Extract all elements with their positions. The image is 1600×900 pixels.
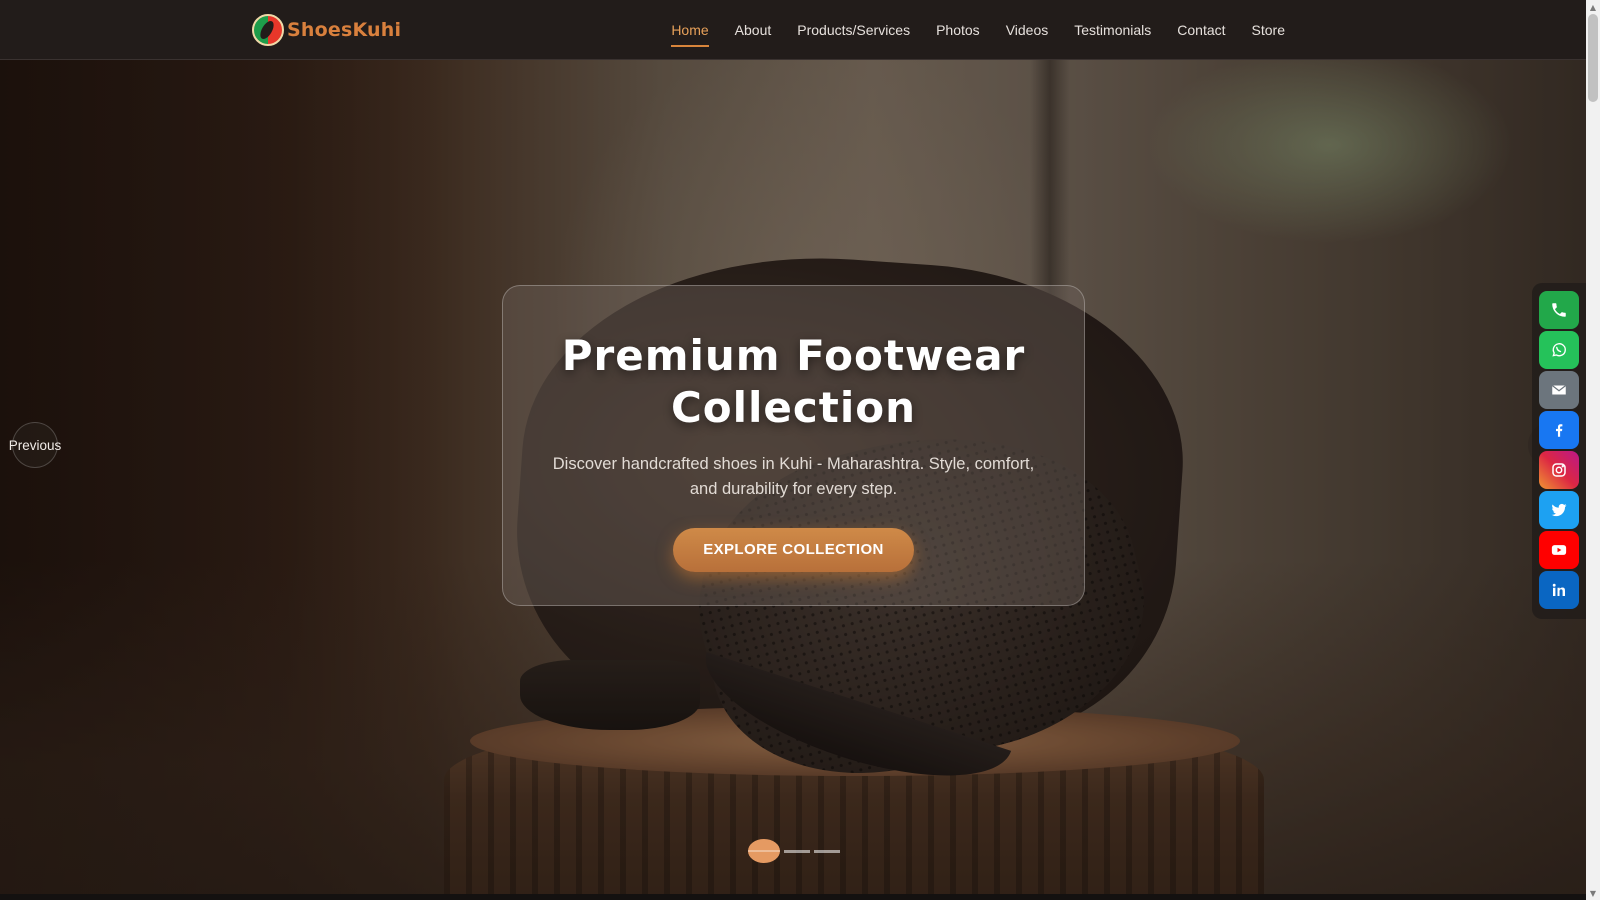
brand-logo-link[interactable]: ShoesKuhi (252, 13, 401, 47)
youtube-button[interactable] (1539, 531, 1579, 569)
facebook-icon (1556, 424, 1563, 437)
brand-name: ShoesKuhi (287, 19, 402, 41)
page-scrollbar[interactable]: ▲ ▼ (1586, 0, 1600, 900)
email-icon (1551, 385, 1567, 395)
linkedin-button[interactable] (1539, 571, 1579, 609)
navbar: ShoesKuhi Home About Products/Services P… (0, 0, 1586, 60)
linkedin-icon (1552, 583, 1565, 596)
nav-item-products-services[interactable]: Products/Services (784, 0, 923, 60)
phone-button[interactable] (1539, 291, 1579, 329)
email-button[interactable] (1539, 371, 1579, 409)
carousel-indicator-3[interactable] (814, 849, 840, 853)
hero-title: Premium Footwear Collection (561, 331, 1026, 432)
instagram-icon (1552, 463, 1566, 477)
carousel-previous-button[interactable]: Previous (9, 422, 61, 468)
scroll-up-arrow-icon[interactable]: ▲ (1586, 0, 1600, 14)
hero-subtitle: Discover handcrafted shoes in Kuhi - Mah… (552, 455, 1035, 498)
instagram-button[interactable] (1539, 451, 1579, 489)
social-links-rail (1532, 283, 1586, 619)
nav-item-testimonials[interactable]: Testimonials (1061, 0, 1164, 60)
brand-logo-icon (252, 14, 284, 46)
scroll-thumb[interactable] (1588, 14, 1598, 102)
twitter-icon (1551, 503, 1567, 517)
carousel-indicator-1[interactable] (748, 839, 780, 863)
nav-item-photos[interactable]: Photos (923, 0, 993, 60)
nav-menu: Home About Products/Services Photos Vide… (658, 0, 1298, 60)
nav-item-home[interactable]: Home (658, 0, 721, 60)
explore-collection-button[interactable]: EXPLORE COLLECTION (673, 528, 914, 572)
scroll-down-arrow-icon[interactable]: ▼ (1586, 886, 1600, 900)
nav-item-store[interactable]: Store (1239, 0, 1298, 60)
carousel-indicator-2[interactable] (784, 849, 810, 853)
youtube-icon (1551, 545, 1567, 555)
whatsapp-icon (1552, 343, 1566, 357)
whatsapp-button[interactable] (1539, 331, 1579, 369)
nav-item-about[interactable]: About (722, 0, 785, 60)
phone-icon (1552, 303, 1566, 317)
nav-item-contact[interactable]: Contact (1164, 0, 1238, 60)
hero-caption-card: Premium Footwear Collection Discover han… (502, 285, 1085, 606)
twitter-button[interactable] (1539, 491, 1579, 529)
nav-item-videos[interactable]: Videos (993, 0, 1062, 60)
carousel-indicators (748, 838, 840, 864)
facebook-button[interactable] (1539, 411, 1579, 449)
page-bottom-edge (0, 894, 1586, 900)
